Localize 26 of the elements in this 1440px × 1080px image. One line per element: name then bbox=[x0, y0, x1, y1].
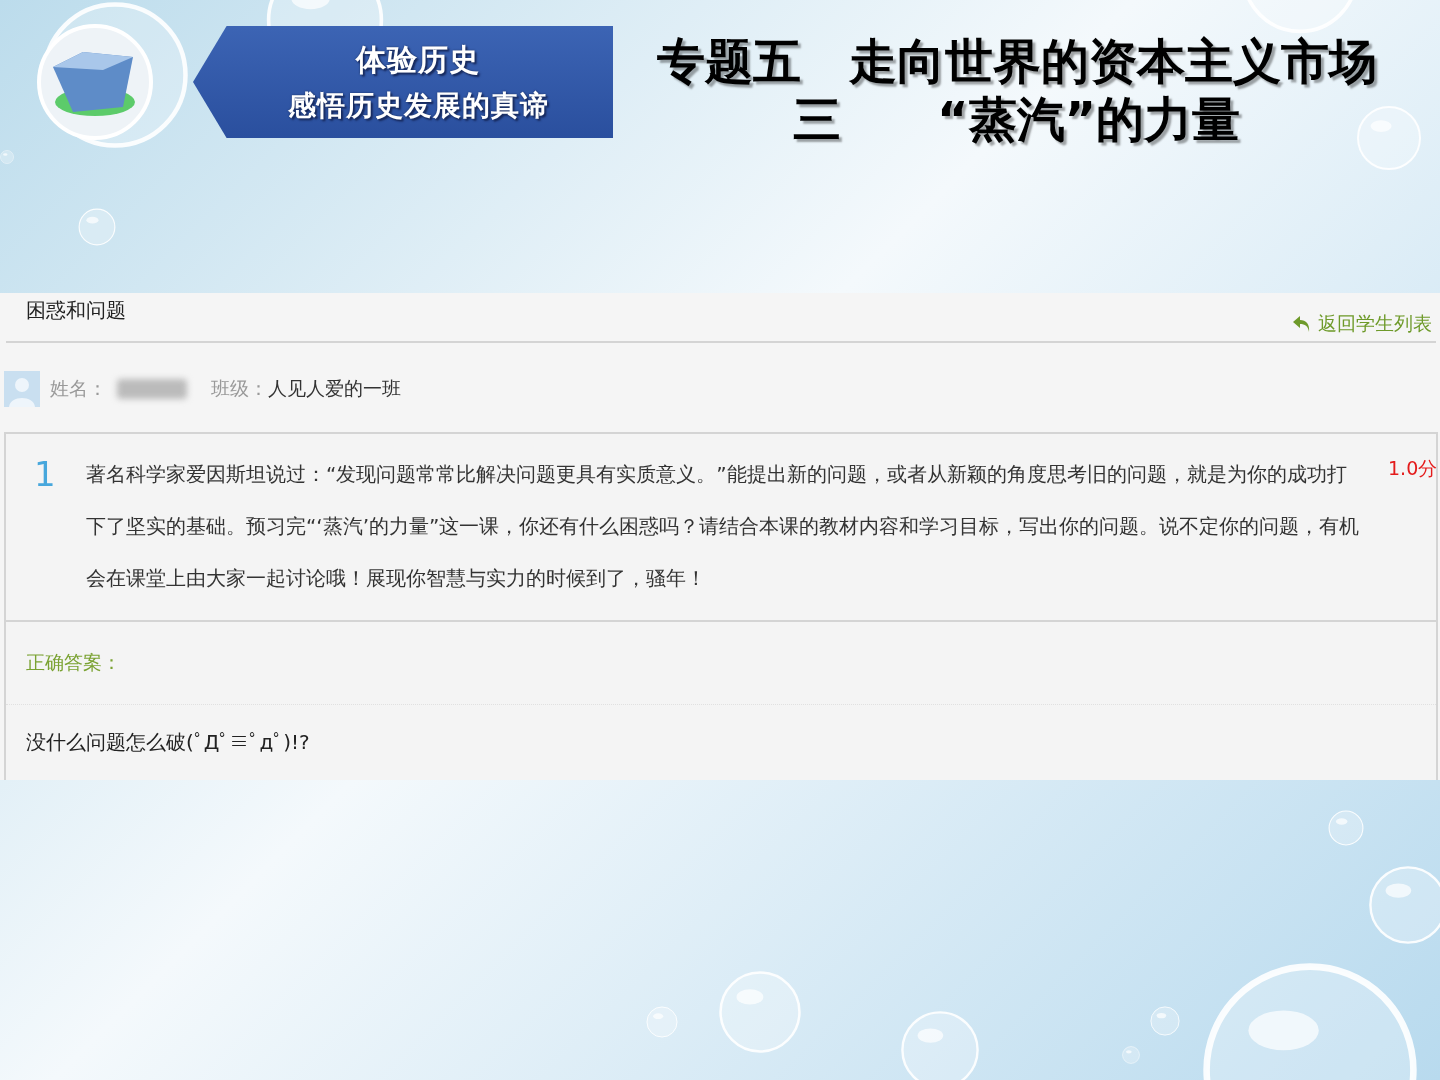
question-text: 著名科学家爱因斯坦说过：“发现问题常常比解决问题更具有实质意义。”能提出新的问题，或者从新颖的角度思考旧的问题，就是为你的成功打下了坚实的基础。预习完“‘蒸汽’的力量”这一课，你还有什么困惑吗？请结合本课的教材内容和学习目标，写出你的问题。说不定你的问题，有机会在课堂上由大家一起讨论哦！展现你智慧与实力的时候到了，骚年！ bbox=[86, 461, 1361, 592]
page-title: 困惑和问题 bbox=[26, 297, 126, 324]
avatar-icon bbox=[4, 370, 40, 407]
bubble-icon bbox=[0, 150, 14, 164]
slide-title: 专题五 走向世界的资本主义市场 bbox=[656, 32, 1377, 90]
back-link[interactable]: 返回学生列表 bbox=[1292, 311, 1432, 337]
bubble-icon bbox=[1328, 810, 1364, 846]
answer-label: 正确答案： bbox=[6, 622, 1436, 705]
bubble-icon bbox=[646, 1006, 678, 1038]
blurred-name bbox=[117, 378, 187, 399]
class-value: 人见人爱的一班 bbox=[268, 375, 401, 401]
bubble-icon bbox=[1356, 105, 1422, 171]
bubble-icon bbox=[1122, 1046, 1140, 1064]
bubble-icon bbox=[900, 1010, 980, 1080]
question-number: 1 bbox=[34, 453, 57, 496]
banner-text: 感悟历史发展的真谛 bbox=[287, 87, 549, 124]
name-label: 姓名： bbox=[50, 375, 107, 401]
bubble-icon bbox=[1150, 1006, 1180, 1036]
answer-text: 没什么问题怎么破(ﾟДﾟ≡ﾟдﾟ)!? bbox=[25, 729, 311, 756]
bubble-icon bbox=[1368, 865, 1440, 945]
class-label: 班级： bbox=[211, 375, 268, 401]
bubble-icon bbox=[78, 208, 116, 246]
bubble-icon bbox=[718, 970, 802, 1054]
banner-text: 体验历史 bbox=[356, 40, 480, 79]
slide-title: 三 “蒸汽”的力量 bbox=[792, 90, 1241, 148]
question-score: 1.0分 bbox=[1388, 456, 1438, 481]
